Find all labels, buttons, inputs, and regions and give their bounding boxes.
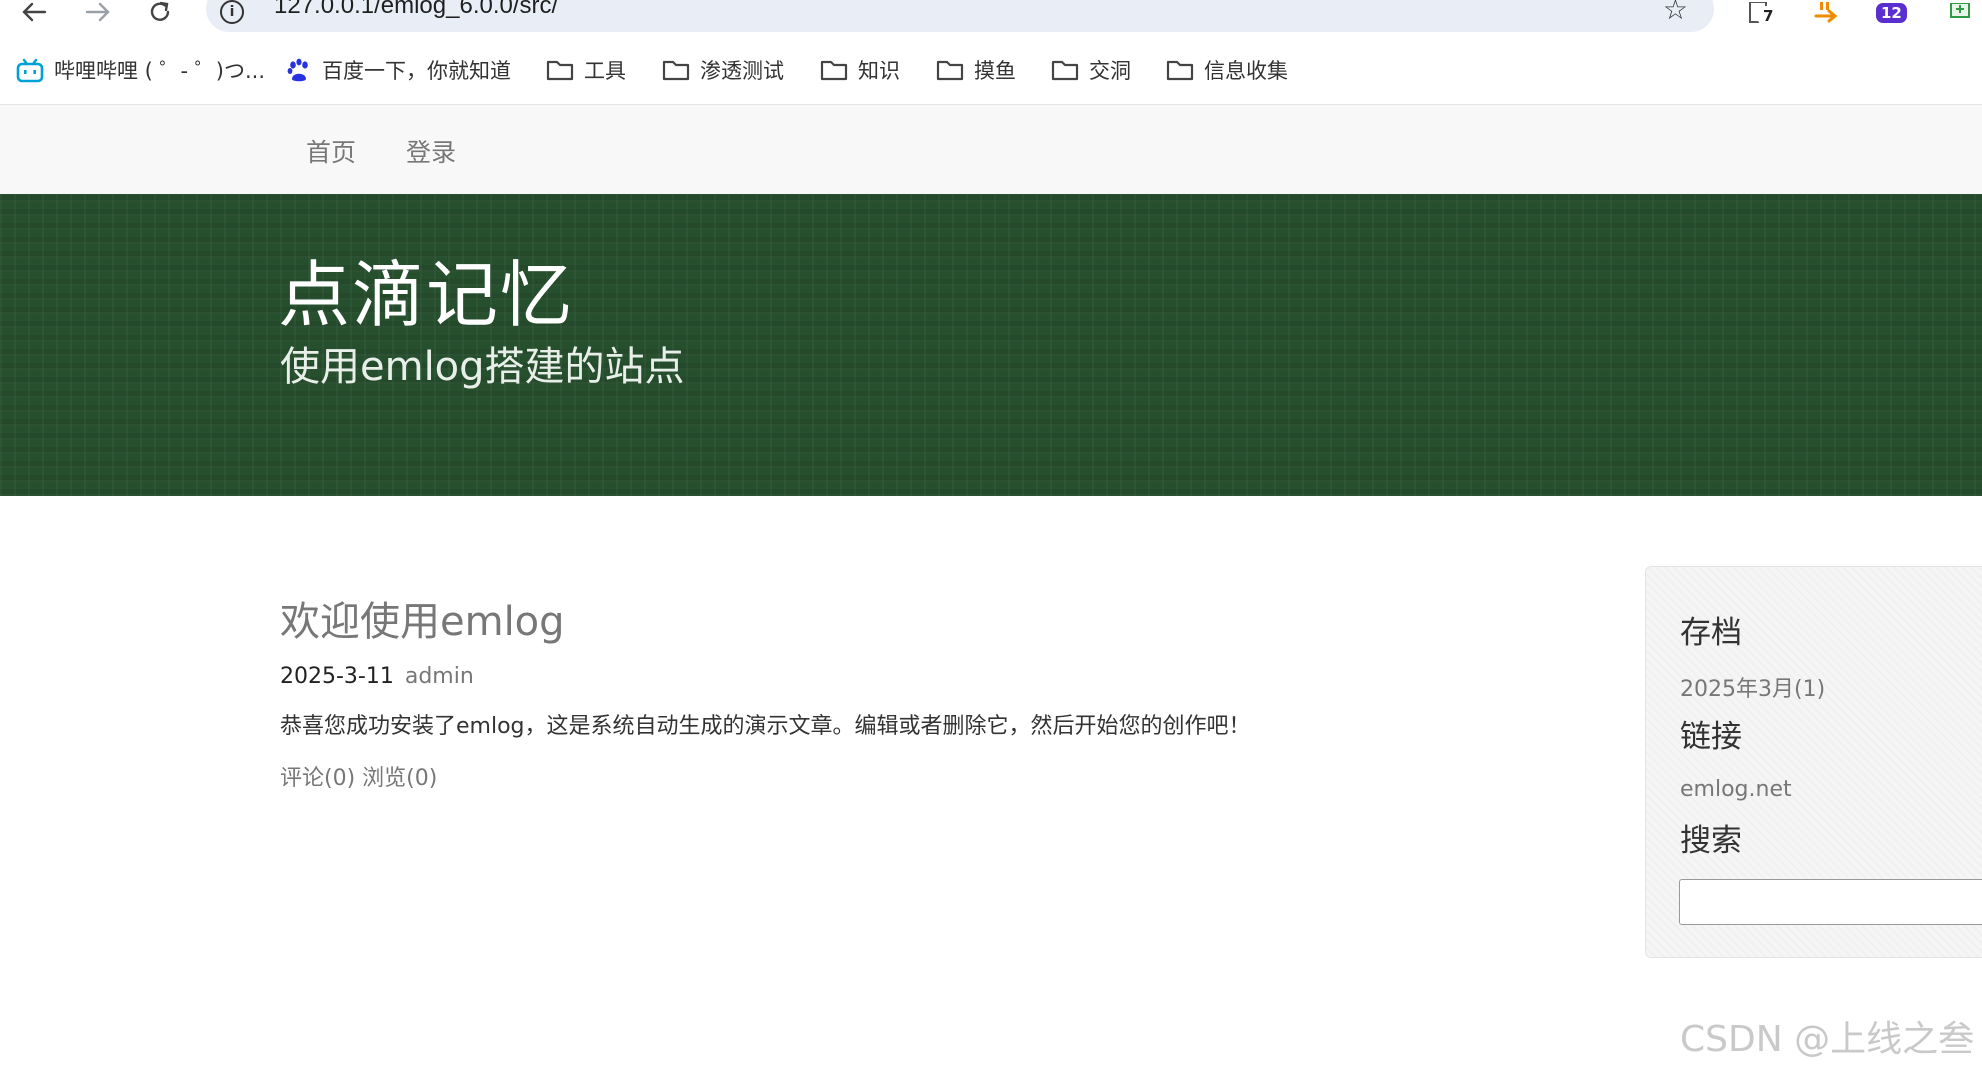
bookmark-folder-pentest[interactable]: 渗透测试: [662, 56, 784, 84]
extension-badge-count: 12: [1876, 3, 1907, 23]
folder-icon: [1166, 59, 1194, 81]
folder-icon: [820, 59, 848, 81]
bookmark-label: 百度一下，你就知道: [322, 59, 511, 83]
forward-arrow-icon: [85, 2, 110, 22]
bookmark-label: 信息收集: [1204, 59, 1288, 83]
baidu-paw-icon: [286, 57, 312, 83]
bilibili-icon: [16, 57, 44, 83]
csdn-watermark: CSDN @上线之叁: [1680, 1019, 1975, 1060]
extension-icon-3[interactable]: 12: [1872, 0, 1916, 30]
back-arrow-icon: [22, 2, 47, 22]
nav-link-home[interactable]: 首页: [306, 133, 356, 169]
nav-link-login[interactable]: 登录: [406, 133, 456, 169]
site-header-banner: 点滴记忆 使用emlog搭建的站点: [0, 194, 1982, 496]
post-date: 2025-3-11: [280, 664, 394, 689]
address-bar[interactable]: i 127.0.0.1/emlog_6.0.0/src/ ☆: [206, 0, 1714, 32]
post-views: 浏览(0): [362, 766, 438, 791]
post-stats: 评论(0) 浏览(0): [280, 762, 1560, 796]
folder-icon: [1051, 59, 1079, 81]
bookmark-label: 渗透测试: [700, 59, 784, 83]
bookmark-label: 交洞: [1089, 59, 1131, 83]
folder-icon: [936, 59, 964, 81]
bookmark-folder-info-gathering[interactable]: 信息收集: [1166, 56, 1288, 84]
sidebar-search-input[interactable]: [1679, 879, 1982, 925]
bookmark-folder-knowledge[interactable]: 知识: [820, 56, 900, 84]
external-link-emlog[interactable]: emlog.net: [1680, 777, 1792, 802]
site-title[interactable]: 点滴记忆: [278, 236, 574, 341]
folder-icon: [546, 59, 574, 81]
reload-button[interactable]: [140, 0, 180, 24]
bookmark-label: 哔哩哔哩 ( ゜- ゜)つ...: [54, 59, 266, 83]
extension-badge-count: 7: [1758, 6, 1779, 26]
green-extension-icon: [1950, 3, 1970, 18]
reload-icon: [150, 1, 170, 21]
archive-heading: 存档: [1680, 615, 1742, 651]
post-comments-link[interactable]: 评论(0): [280, 766, 355, 791]
sidebar: 存档 2025年3月(1) 链接 emlog.net 搜索: [1645, 566, 1982, 958]
address-url[interactable]: 127.0.0.1/emlog_6.0.0/src/: [274, 0, 558, 20]
post-author-link[interactable]: admin: [405, 664, 474, 689]
blog-post: 欢迎使用emlog 2025-3-11 admin 恭喜您成功安装了emlog，…: [280, 594, 1560, 796]
search-heading: 搜索: [1680, 823, 1742, 859]
bookmark-bilibili[interactable]: 哔哩哔哩 ( ゜- ゜)つ...: [16, 56, 265, 84]
bookmarks-bar: 哔哩哔哩 ( ゜- ゜)つ... 百度一下，你就知道 工具 渗透测试 知识 摸鱼…: [0, 46, 1982, 92]
extension-icon-1[interactable]: 7: [1742, 0, 1779, 30]
orange-arrow-icon: [1814, 2, 1838, 23]
archive-item-link[interactable]: 2025年3月(1): [1680, 671, 1825, 703]
bookmark-folder-moyu[interactable]: 摸鱼: [936, 56, 1016, 84]
post-title-link[interactable]: 欢迎使用emlog: [280, 594, 1560, 650]
site-info-icon[interactable]: i: [220, 0, 244, 24]
bookmark-folder-tools[interactable]: 工具: [546, 56, 626, 84]
bookmark-label: 摸鱼: [974, 59, 1016, 83]
bookmark-label: 工具: [584, 59, 626, 83]
site-subtitle: 使用emlog搭建的站点: [280, 344, 685, 390]
post-excerpt: 恭喜您成功安装了emlog，这是系统自动生成的演示文章。编辑或者删除它，然后开始…: [280, 714, 1251, 739]
links-heading: 链接: [1680, 719, 1742, 755]
folder-icon: [662, 59, 690, 81]
extension-icon-4[interactable]: [1942, 0, 1978, 30]
bookmark-label: 知识: [858, 59, 900, 83]
bookmark-folder-jiaodong[interactable]: 交洞: [1051, 56, 1131, 84]
post-meta: 2025-3-11 admin: [280, 660, 1560, 694]
back-button[interactable]: [14, 0, 54, 24]
forward-button[interactable]: [78, 0, 118, 24]
bookmark-baidu[interactable]: 百度一下，你就知道: [286, 56, 511, 84]
site-navbar: 首页 登录: [0, 104, 1982, 194]
browser-toolbar: i 127.0.0.1/emlog_6.0.0/src/ ☆ 7 12: [0, 0, 1982, 36]
bookmark-star-icon[interactable]: ☆: [1663, 0, 1688, 24]
extension-icon-2[interactable]: [1808, 0, 1844, 30]
